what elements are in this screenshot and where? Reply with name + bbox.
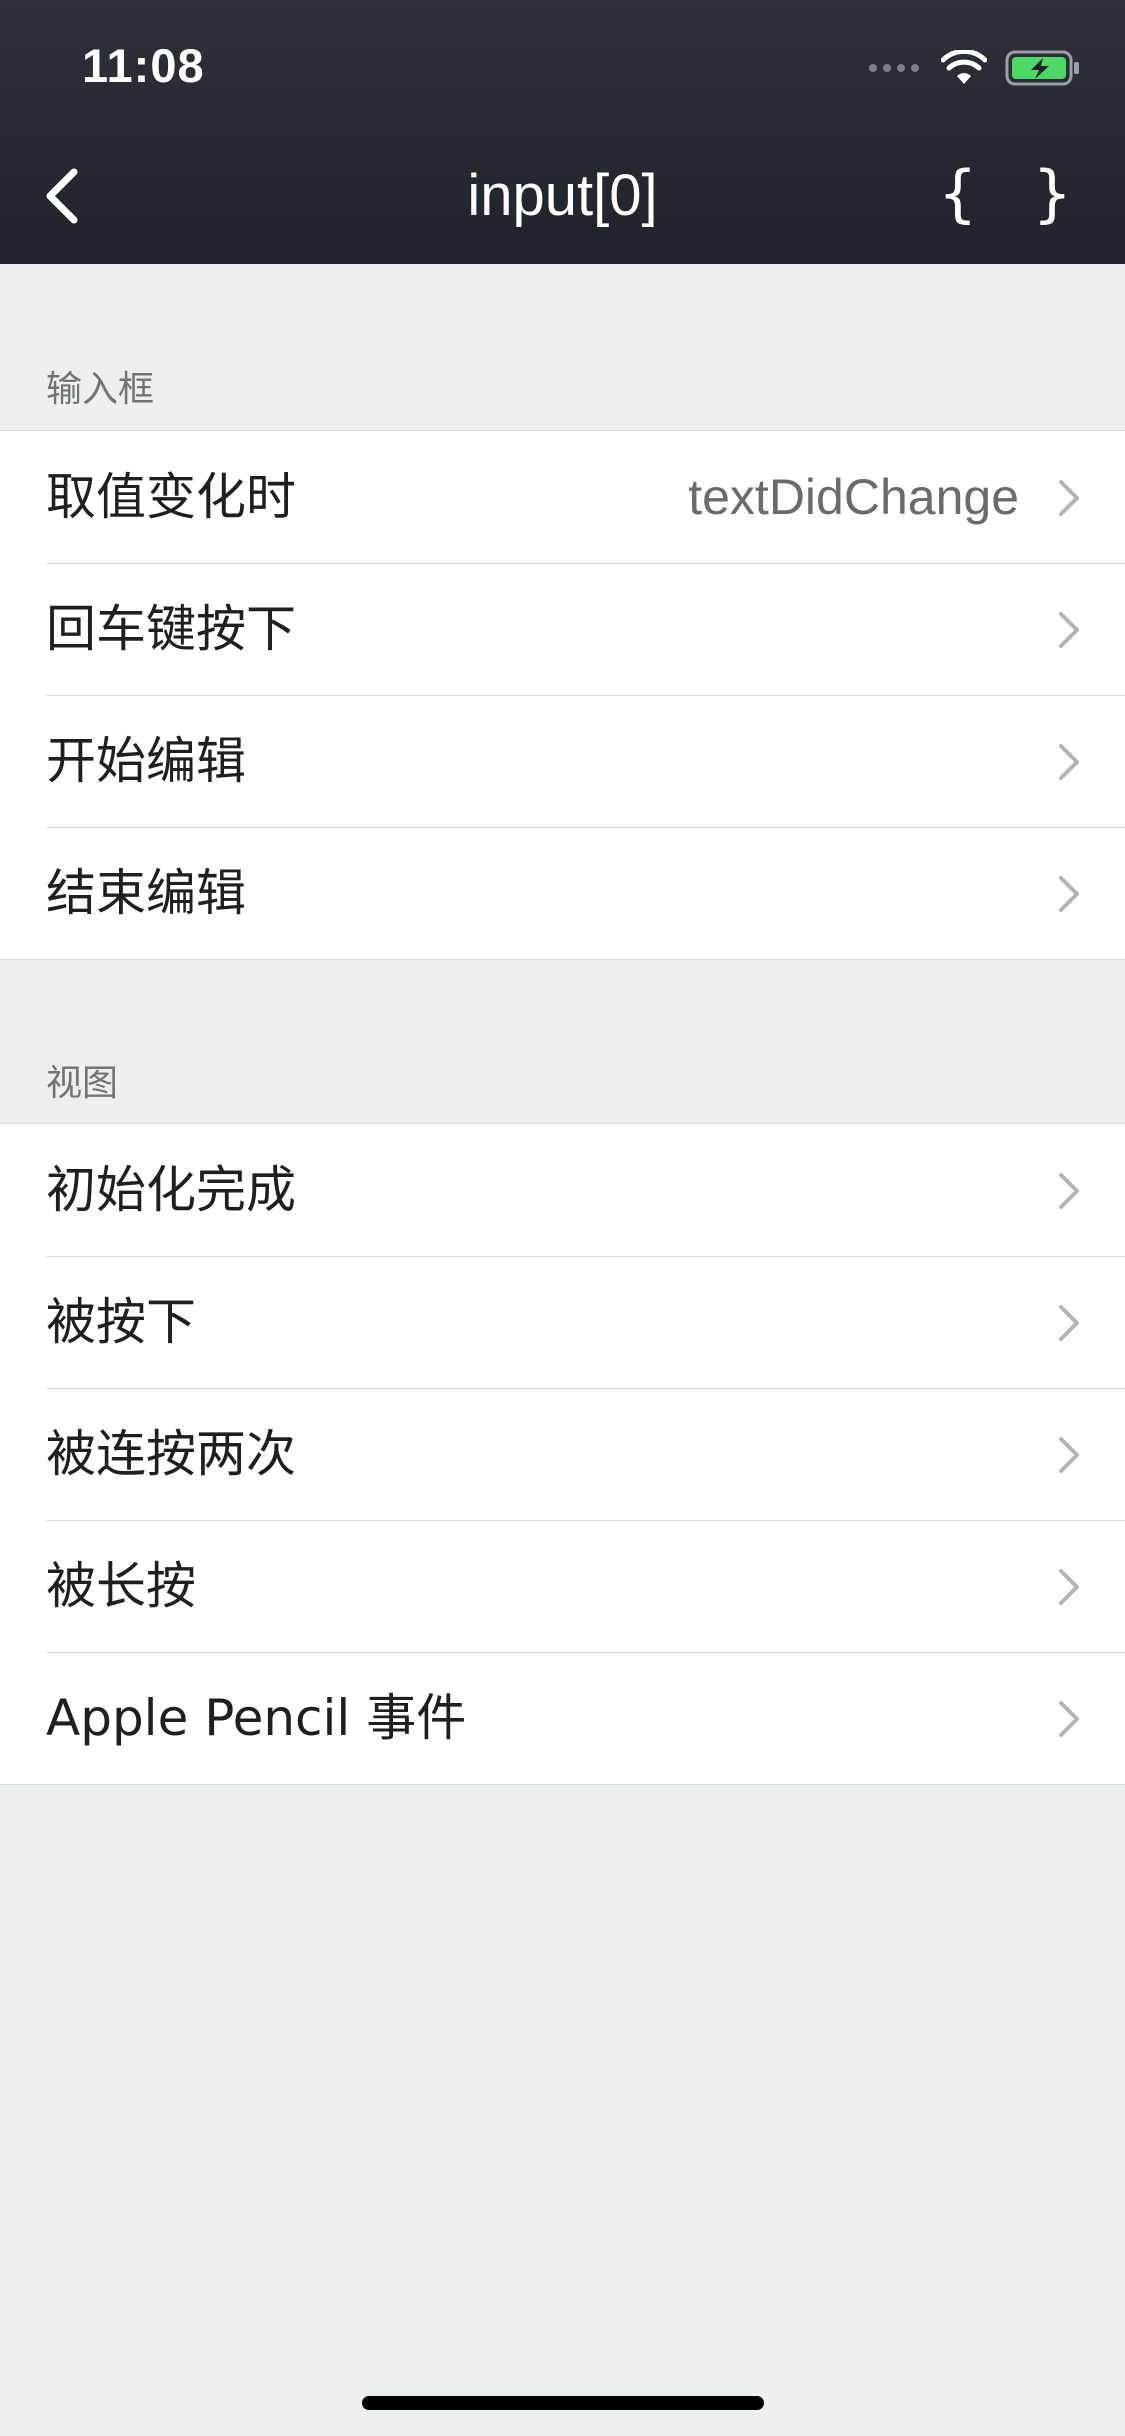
home-indicator[interactable] <box>362 2396 764 2410</box>
section-group-view: 初始化完成 被按下 被连按两次 被长按 Apple Pencil 事件 <box>0 1123 1125 1785</box>
chevron-right-icon <box>1059 876 1079 912</box>
battery-charging-icon <box>1005 50 1079 86</box>
section-header-input: 输入框 <box>46 369 155 410</box>
status-indicators <box>869 46 1081 90</box>
list-item-apple-pencil[interactable]: Apple Pencil 事件 <box>0 1652 1125 1784</box>
chevron-right-icon <box>1059 1569 1079 1605</box>
row-label: 初始化完成 <box>46 1161 296 1219</box>
row-label: Apple Pencil 事件 <box>46 1689 467 1747</box>
list-item-begin-editing[interactable]: 开始编辑 <box>0 695 1125 827</box>
wifi-icon <box>941 50 987 84</box>
cellular-signal-icon <box>869 64 919 72</box>
section-header-view: 视图 <box>46 1063 119 1104</box>
list-item-pressed[interactable]: 被按下 <box>0 1256 1125 1388</box>
list-item-end-editing[interactable]: 结束编辑 <box>0 827 1125 959</box>
list-item-value-change[interactable]: 取值变化时 textDidChange <box>0 431 1125 563</box>
list-item-double-pressed[interactable]: 被连按两次 <box>0 1388 1125 1520</box>
navigation-bar: 11:08 input[0] { } <box>0 0 1125 264</box>
chevron-right-icon <box>1059 1305 1079 1341</box>
chevron-right-icon <box>1059 612 1079 648</box>
status-time: 11:08 <box>82 39 205 92</box>
row-label: 被长按 <box>46 1557 196 1615</box>
row-label: 被连按两次 <box>46 1425 296 1483</box>
json-braces-button[interactable]: { } <box>939 158 1081 230</box>
chevron-right-icon <box>1059 1173 1079 1209</box>
row-value: textDidChange <box>688 469 1019 525</box>
row-label: 开始编辑 <box>46 732 246 790</box>
list-item-init-complete[interactable]: 初始化完成 <box>0 1124 1125 1256</box>
row-label: 被按下 <box>46 1293 196 1351</box>
list-item-long-pressed[interactable]: 被长按 <box>0 1520 1125 1652</box>
list-item-return-key[interactable]: 回车键按下 <box>0 563 1125 695</box>
chevron-right-icon <box>1059 744 1079 780</box>
row-label: 回车键按下 <box>46 600 296 658</box>
chevron-right-icon <box>1059 1437 1079 1473</box>
row-label: 取值变化时 <box>46 468 296 526</box>
chevron-right-icon <box>1059 480 1079 516</box>
row-label: 结束编辑 <box>46 864 246 922</box>
chevron-right-icon <box>1059 1701 1079 1737</box>
section-group-input: 取值变化时 textDidChange 回车键按下 开始编辑 结束编辑 <box>0 430 1125 960</box>
